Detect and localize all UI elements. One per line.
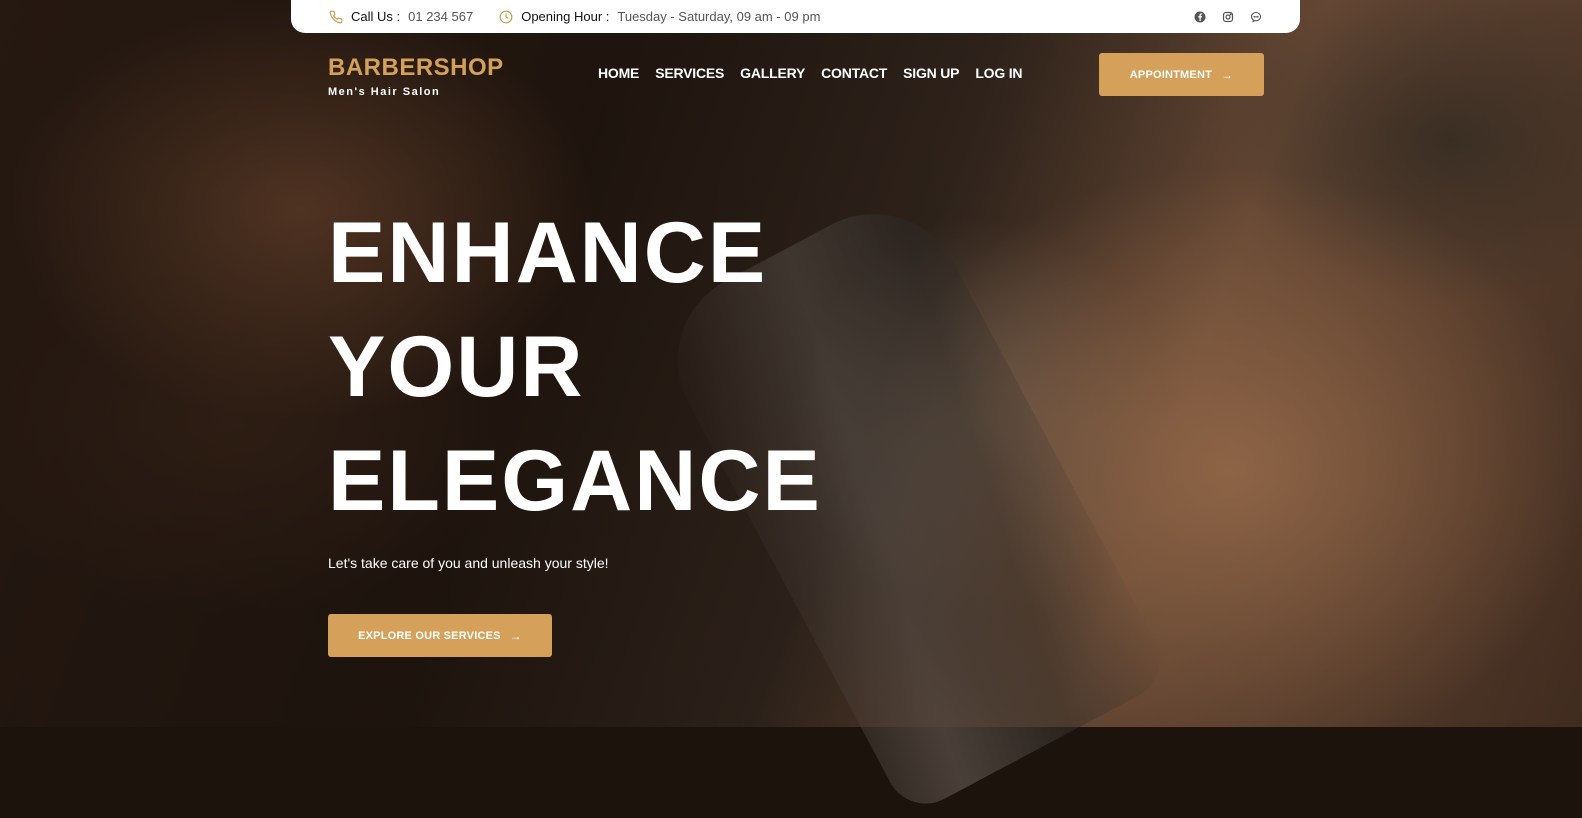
hero-headline-line: ELEGANCE	[328, 433, 822, 529]
opening-hours-item: Opening Hour : Tuesday - Saturday, 09 am…	[499, 9, 820, 24]
nav-contact[interactable]: CONTACT	[821, 65, 887, 81]
social-links	[1194, 11, 1262, 23]
nav-log-in[interactable]: LOG IN	[975, 65, 1022, 81]
hero-headline-line: YOUR	[328, 319, 585, 415]
opening-hours-value: Tuesday - Saturday, 09 am - 09 pm	[617, 9, 821, 24]
explore-services-button[interactable]: EXPLORE OUR SERVICES →	[328, 614, 552, 657]
nav-services[interactable]: SERVICES	[655, 65, 724, 81]
hero-subtitle: Let's take care of you and unleash your …	[328, 555, 609, 571]
nav-sign-up[interactable]: SIGN UP	[903, 65, 959, 81]
opening-hours-label: Opening Hour :	[521, 9, 610, 24]
clock-icon	[499, 10, 513, 23]
explore-services-label: EXPLORE OUR SERVICES	[358, 629, 501, 642]
phone-icon	[329, 10, 343, 23]
appointment-button-label: APPOINTMENT	[1129, 68, 1213, 81]
top-info-bar: Call Us : 01 234 567 Opening Hour : Tues…	[291, 0, 1300, 33]
arrow-right-icon: →	[1221, 67, 1234, 82]
call-us-label: Call Us :	[351, 9, 401, 24]
hero-headline-line: ENHANCE	[328, 205, 768, 301]
call-us-item: Call Us : 01 234 567	[329, 9, 473, 24]
phone-number[interactable]: 01 234 567	[408, 9, 473, 24]
nav-gallery[interactable]: GALLERY	[740, 65, 805, 81]
instagram-icon[interactable]	[1222, 11, 1234, 23]
logo-name: BARBERSHOP	[328, 54, 504, 81]
facebook-icon[interactable]	[1194, 11, 1206, 23]
nav-home[interactable]: HOME	[598, 65, 639, 81]
logo-tagline: Men's Hair Salon	[328, 86, 441, 98]
messenger-icon[interactable]	[1250, 11, 1262, 23]
main-nav: HOME SERVICES GALLERY CONTACT SIGN UP LO…	[598, 65, 1023, 81]
hero-headline: ENHANCE YOUR ELEGANCE	[328, 196, 822, 538]
arrow-right-icon: →	[509, 628, 522, 643]
site-logo[interactable]: BARBERSHOP Men's Hair Salon	[328, 54, 504, 98]
appointment-button[interactable]: APPOINTMENT →	[1099, 53, 1264, 96]
